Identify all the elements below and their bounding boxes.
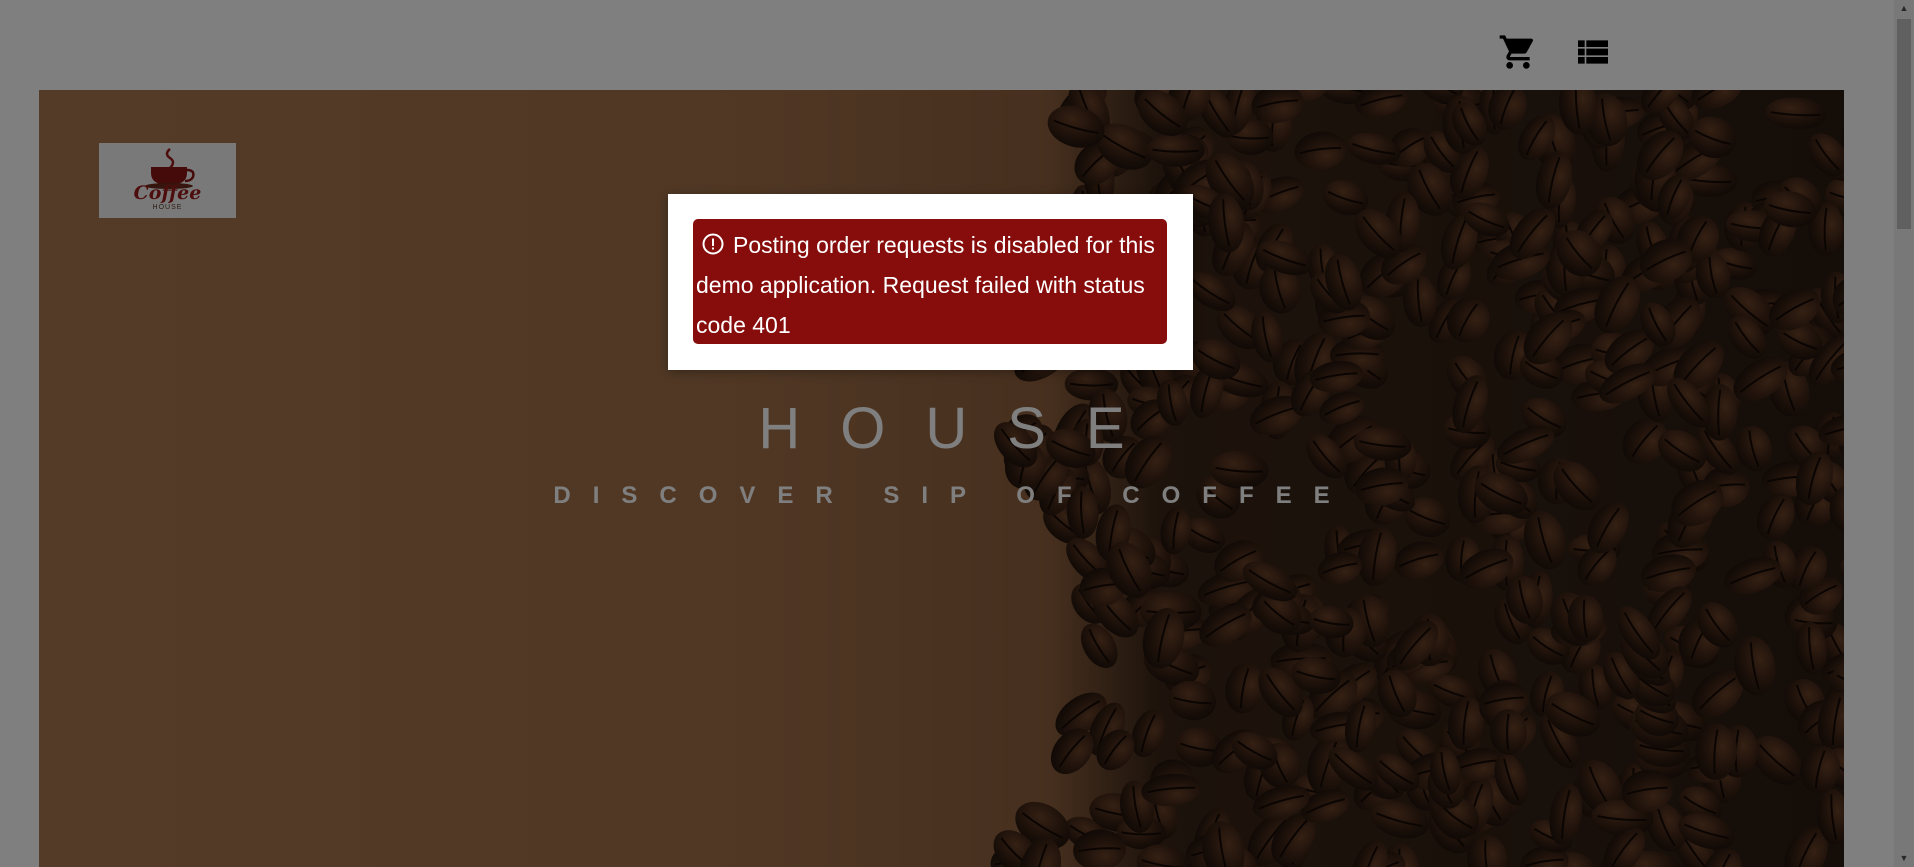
modal-backdrop[interactable]: Posting order requests is disabled for t… (0, 0, 1914, 867)
alert-circle-icon (702, 227, 724, 255)
error-dialog: Posting order requests is disabled for t… (668, 194, 1193, 370)
error-message: Posting order requests is disabled for t… (696, 232, 1155, 338)
error-alert: Posting order requests is disabled for t… (693, 219, 1167, 344)
